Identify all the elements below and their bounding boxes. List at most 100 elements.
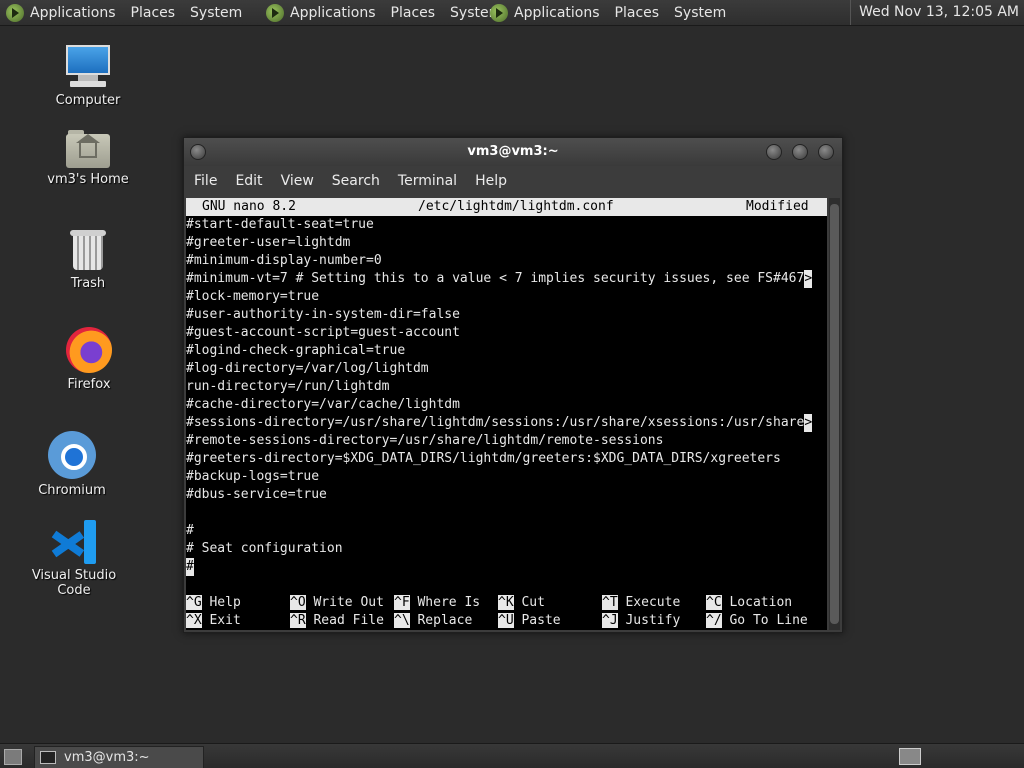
file-line: # Seat configuration — [186, 541, 343, 556]
shortcut-cut[interactable]: ^K Cut — [498, 594, 545, 612]
places-menu[interactable]: Places — [391, 5, 436, 21]
file-line: #minimum-vt=7 # Setting this to a value … — [186, 270, 813, 288]
close-button[interactable] — [818, 144, 834, 160]
file-line: #greeters-directory=$XDG_DATA_DIRS/light… — [186, 451, 781, 466]
terminal-window: vm3@vm3:~ File Edit View Search Terminal… — [183, 137, 843, 633]
terminal-scrollbar[interactable] — [829, 198, 840, 630]
trash-icon — [70, 230, 106, 272]
gnome-menu-icon[interactable] — [490, 3, 508, 22]
maximize-button[interactable] — [792, 144, 808, 160]
bottom-panel: vm3@vm3:~ — [0, 743, 1024, 768]
nano-status: Modified — [746, 199, 809, 214]
desktop-icon-home[interactable]: vm3's Home — [28, 128, 148, 187]
applications-menu[interactable]: Applications — [290, 5, 376, 21]
shortcut-help[interactable]: ^G Help — [186, 594, 241, 612]
shortcut-label: Location — [729, 595, 793, 610]
shortcut-label: Where Is — [417, 595, 481, 610]
desktop-icon-computer[interactable]: Computer — [28, 45, 148, 108]
panel-menu-group-2: Applications Places System — [266, 0, 517, 25]
desktop-icon-label: Computer — [55, 93, 121, 108]
desktop: Applications Places System Applications … — [0, 0, 1024, 768]
window-title: vm3@vm3:~ — [467, 144, 559, 159]
file-line: #cache-directory=/var/cache/lightdm — [186, 397, 460, 412]
desktop-icon-label: Chromium — [38, 483, 106, 498]
file-line: #sessions-directory=/usr/share/lightdm/s… — [186, 414, 813, 432]
shortcut-where-is[interactable]: ^F Where Is — [394, 594, 480, 612]
shortcut-key: ^R — [290, 613, 306, 628]
shortcut-label: Cut — [521, 595, 545, 610]
file-line: #greeter-user=lightdm — [186, 235, 351, 250]
file-line-text: #sessions-directory=/usr/share/lightdm/s… — [186, 415, 805, 430]
gnome-menu-icon[interactable] — [6, 3, 24, 22]
shortcut-row-2: ^X Exit ^R Read File ^\ Replace ^U Paste… — [186, 612, 827, 630]
shortcut-replace[interactable]: ^\ Replace — [394, 612, 472, 630]
places-menu[interactable]: Places — [615, 5, 660, 21]
applications-menu[interactable]: Applications — [30, 5, 116, 21]
shortcut-key: ^X — [186, 613, 202, 628]
menu-edit[interactable]: Edit — [235, 173, 262, 189]
window-titlebar[interactable]: vm3@vm3:~ — [184, 138, 842, 166]
places-menu[interactable]: Places — [131, 5, 176, 21]
shortcut-execute[interactable]: ^T Execute — [602, 594, 680, 612]
show-desktop-icon[interactable] — [4, 749, 22, 765]
file-line: #lock-memory=true — [186, 289, 320, 304]
shortcut-exit[interactable]: ^X Exit — [186, 612, 241, 630]
shortcut-write-out[interactable]: ^O Write Out — [290, 594, 384, 612]
desktop-icon-trash[interactable]: Trash — [28, 230, 148, 291]
shortcut-go-to-line[interactable]: ^/ Go To Line — [706, 612, 808, 630]
shortcut-label: Exit — [209, 613, 241, 628]
panel-menu-group-3: Applications Places System — [490, 0, 741, 25]
desktop-icon-firefox[interactable]: Firefox — [29, 327, 149, 392]
shortcut-label: Replace — [417, 613, 473, 628]
text-cursor: # — [186, 558, 194, 576]
shortcut-paste[interactable]: ^U Paste — [498, 612, 561, 630]
shortcut-key: ^C — [706, 595, 722, 610]
file-line: # — [186, 558, 194, 576]
desktop-icon-vscode[interactable]: Visual Studio Code — [14, 520, 134, 598]
file-line: #backup-logs=true — [186, 469, 320, 484]
shortcut-read-file[interactable]: ^R Read File — [290, 612, 384, 630]
system-menu[interactable]: System — [190, 5, 242, 21]
terminal-menubar: File Edit View Search Terminal Help — [184, 166, 842, 196]
workspace-switcher[interactable] — [899, 748, 921, 765]
shortcut-row-1: ^G Help ^O Write Out ^F Where Is ^K Cut … — [186, 594, 827, 612]
clock[interactable]: Wed Nov 13, 12:05 AM — [850, 0, 1019, 25]
menu-search[interactable]: Search — [332, 173, 380, 189]
line-overflow-marker: > — [804, 270, 813, 288]
home-folder-icon — [66, 128, 110, 168]
file-line: #logind-check-graphical=true — [186, 343, 406, 358]
menu-help[interactable]: Help — [475, 173, 507, 189]
terminal-text-area[interactable]: GNU nano 8.2/etc/lightdm/lightdm.conf Mod… — [186, 198, 827, 630]
file-line-text: #minimum-vt=7 # Setting this to a value … — [186, 271, 805, 286]
nano-header-bar: GNU nano 8.2/etc/lightdm/lightdm.conf Mod… — [186, 198, 827, 216]
shortcut-location[interactable]: ^C Location — [706, 594, 792, 612]
gnome-menu-icon[interactable] — [266, 3, 284, 22]
file-line: #guest-account-script=guest-account — [186, 325, 460, 340]
scrollbar-thumb[interactable] — [830, 204, 839, 624]
system-menu[interactable]: System — [674, 5, 726, 21]
nano-version: GNU nano 8.2 — [202, 199, 296, 214]
menu-view[interactable]: View — [281, 173, 314, 189]
desktop-icon-label: vm3's Home — [47, 172, 129, 187]
shortcut-label: Help — [209, 595, 241, 610]
file-line: #start-default-seat=true — [186, 217, 374, 232]
shortcut-key: ^T — [602, 595, 618, 610]
applications-menu[interactable]: Applications — [514, 5, 600, 21]
shortcut-label: Write Out — [313, 595, 384, 610]
file-line: # — [186, 523, 194, 538]
shortcut-key: ^G — [186, 595, 202, 610]
file-line: #log-directory=/var/log/lightdm — [186, 361, 429, 376]
menu-terminal[interactable]: Terminal — [398, 173, 457, 189]
menu-file[interactable]: File — [194, 173, 217, 189]
desktop-icon-chromium[interactable]: Chromium — [12, 431, 132, 498]
taskbar-button-terminal[interactable]: vm3@vm3:~ — [34, 746, 204, 768]
file-line: run-directory=/run/lightdm — [186, 379, 390, 394]
shortcut-key: ^U — [498, 613, 514, 628]
shortcut-key: ^O — [290, 595, 306, 610]
file-line: #remote-sessions-directory=/usr/share/li… — [186, 433, 664, 448]
top-panel: Applications Places System Applications … — [0, 0, 1024, 26]
shortcut-label: Go To Line — [729, 613, 808, 628]
minimize-button[interactable] — [766, 144, 782, 160]
shortcut-justify[interactable]: ^J Justify — [602, 612, 680, 630]
shortcut-key: ^K — [498, 595, 514, 610]
